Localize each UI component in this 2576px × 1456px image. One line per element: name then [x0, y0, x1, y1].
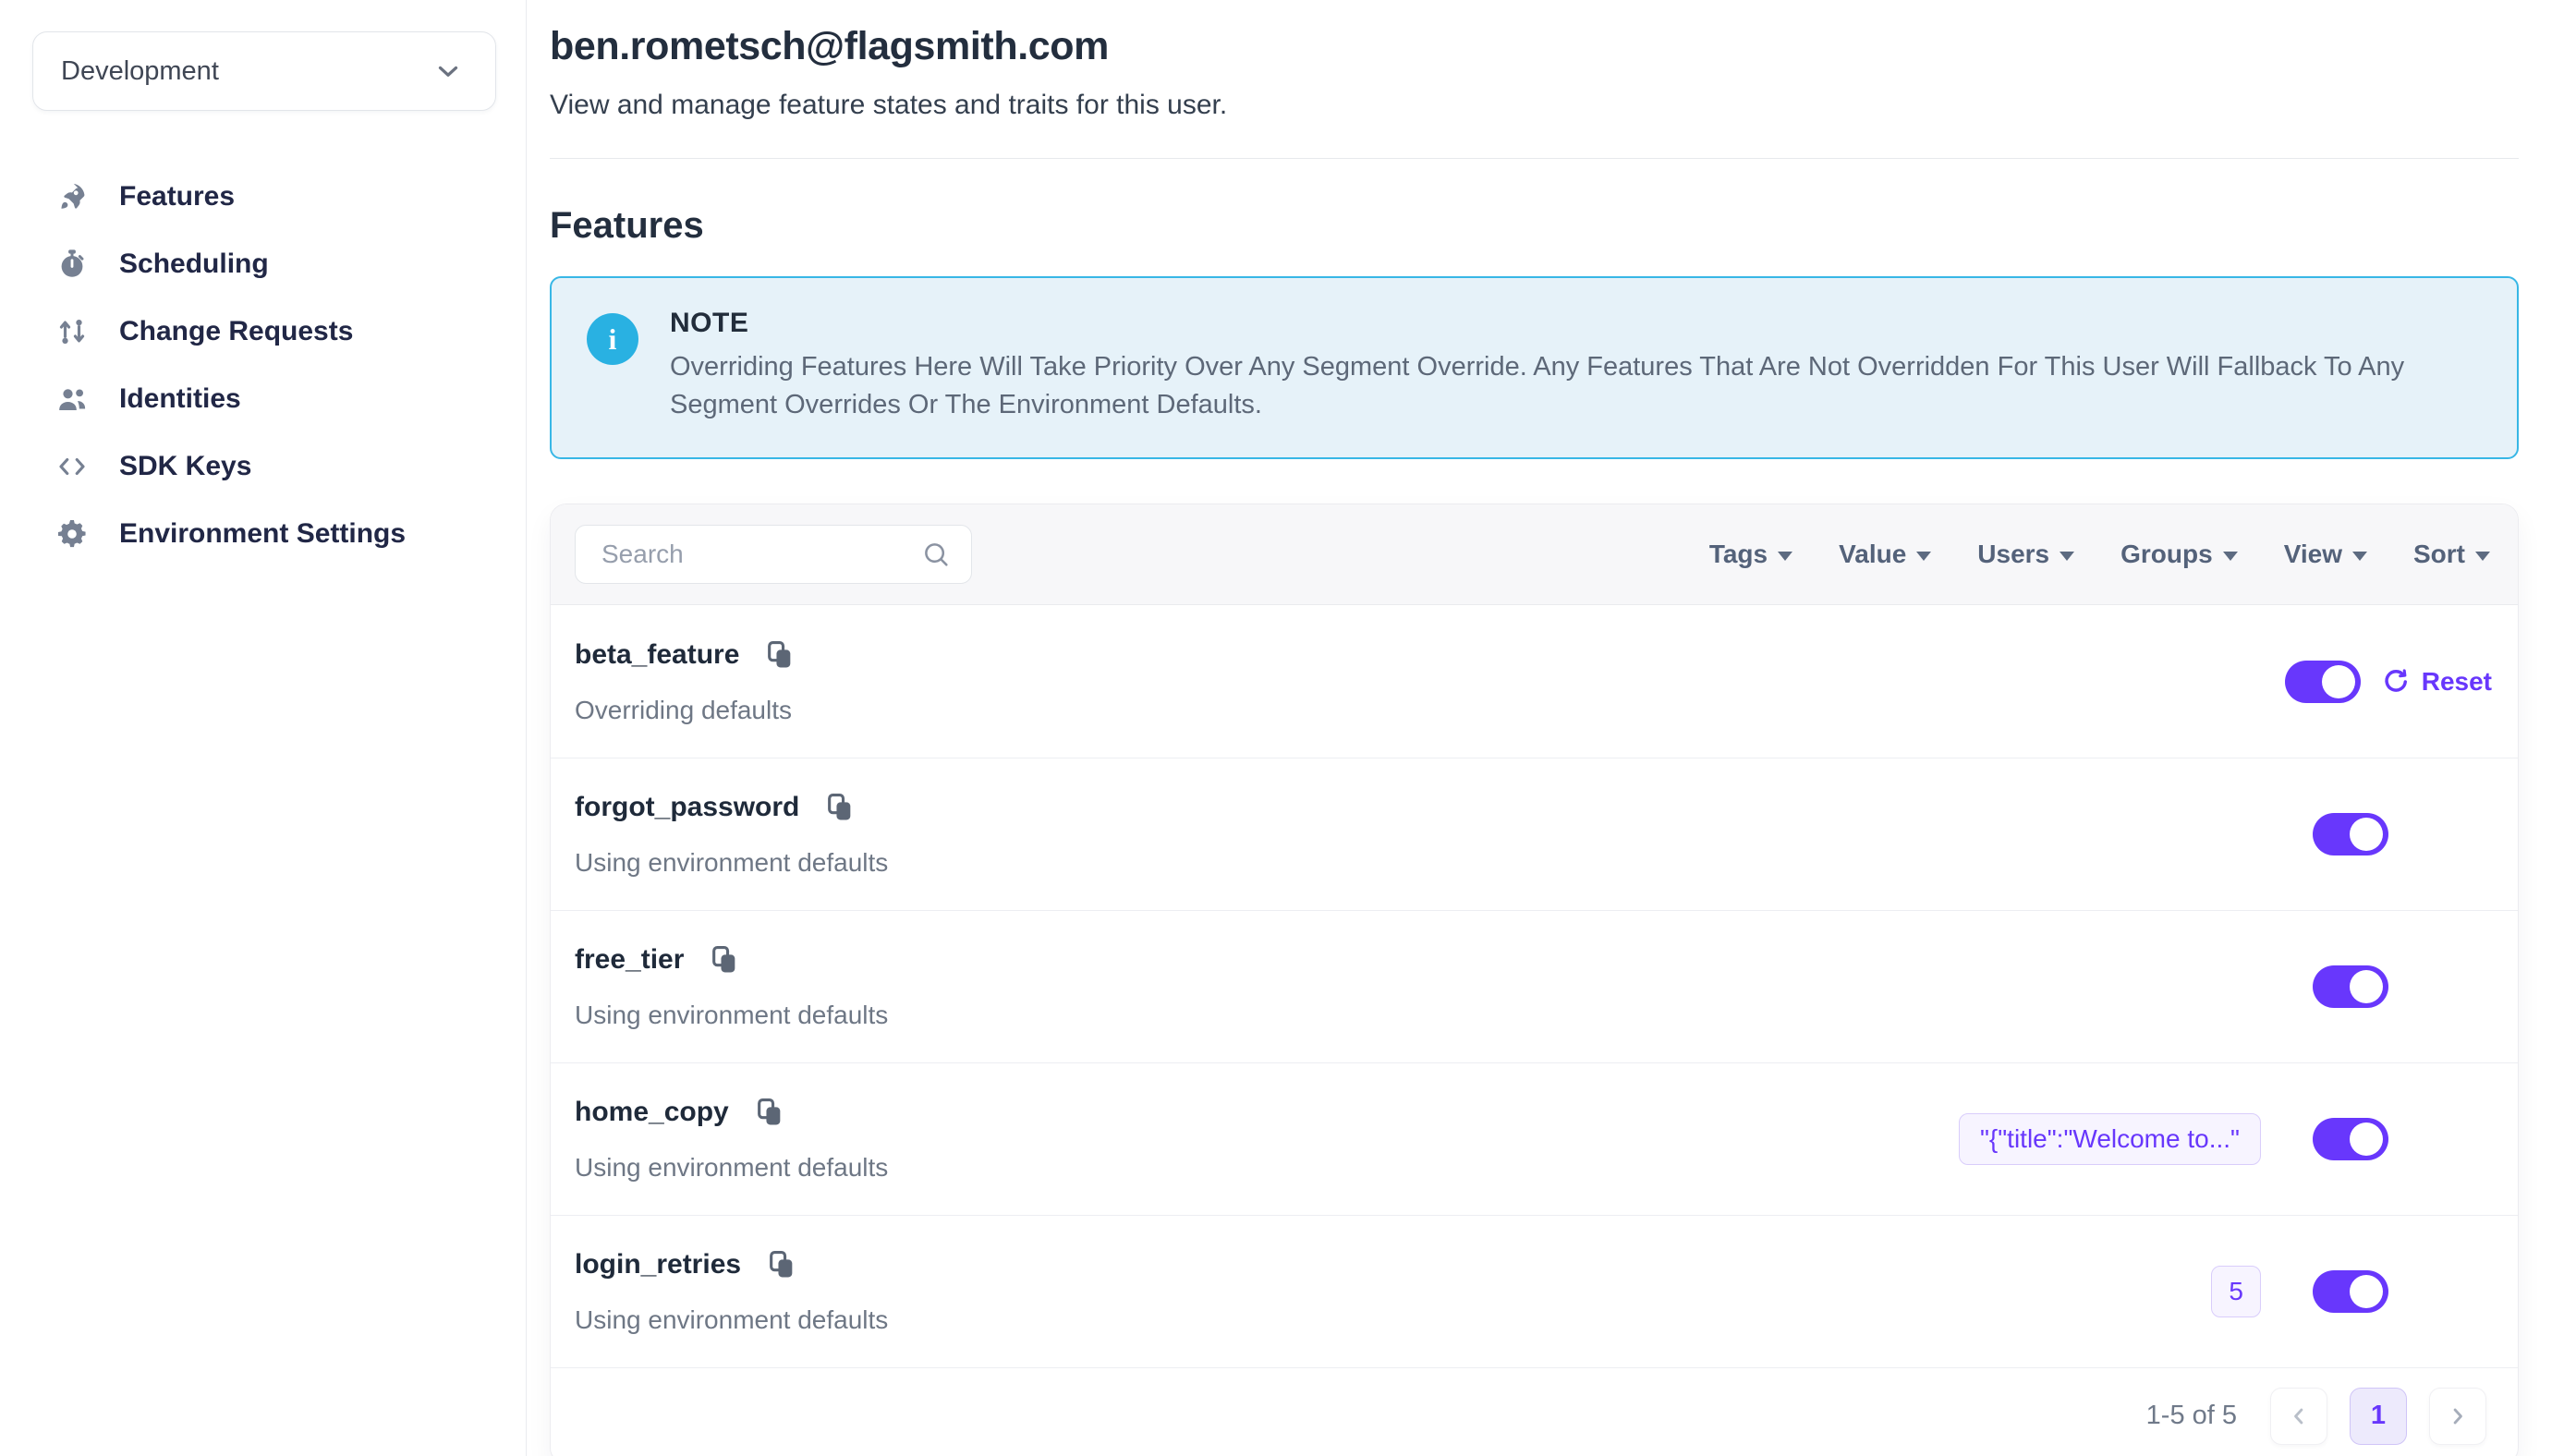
refresh-icon — [2381, 667, 2411, 697]
filter-tags[interactable]: Tags — [1709, 540, 1792, 569]
pagination: 1-5 of 5 1 — [551, 1367, 2518, 1456]
sidebar-item-environment-settings[interactable]: Environment Settings — [32, 500, 498, 567]
feature-name[interactable]: home_copy — [575, 1097, 729, 1128]
feature-name[interactable]: forgot_password — [575, 792, 799, 823]
search-icon — [920, 539, 952, 570]
next-page-button[interactable] — [2429, 1388, 2486, 1445]
caret-down-icon — [1916, 552, 1931, 561]
environment-selector-value: Development — [61, 56, 219, 87]
sidebar-item-label: Change Requests — [119, 316, 353, 347]
feature-status: Overriding defaults — [575, 696, 796, 725]
feature-row-forgot_password[interactable]: forgot_password Using environment defaul… — [551, 758, 2518, 910]
caret-down-icon — [2060, 552, 2074, 561]
sidebar-item-label: SDK Keys — [119, 451, 251, 482]
code-icon — [55, 449, 90, 484]
pagination-summary: 1-5 of 5 — [2146, 1401, 2237, 1431]
feature-name[interactable]: login_retries — [575, 1249, 741, 1280]
feature-value-chip[interactable]: "{"title":"Welcome to..." — [1959, 1113, 2261, 1165]
filter-sort[interactable]: Sort — [2413, 540, 2490, 569]
feature-value-chip[interactable]: 5 — [2211, 1266, 2261, 1317]
sidebar-item-label: Environment Settings — [119, 518, 406, 550]
copy-icon[interactable] — [708, 943, 741, 977]
feature-toggle[interactable] — [2313, 1118, 2388, 1160]
caret-down-icon — [2475, 552, 2490, 561]
sidebar-item-sdk-keys[interactable]: SDK Keys — [32, 432, 498, 500]
page-subtitle: View and manage feature states and trait… — [550, 90, 2519, 121]
sidebar-item-label: Identities — [119, 383, 241, 415]
divider — [550, 158, 2519, 159]
prev-page-button[interactable] — [2270, 1388, 2327, 1445]
caret-down-icon — [1778, 552, 1792, 561]
page-title: ben.rometsch@flagsmith.com — [550, 24, 2519, 69]
feature-toggle[interactable] — [2313, 813, 2388, 855]
environment-selector[interactable]: Development — [32, 31, 496, 111]
search-wrap — [575, 525, 972, 584]
feature-name[interactable]: free_tier — [575, 944, 684, 976]
info-icon: i — [587, 313, 638, 365]
rocket-icon — [55, 179, 90, 214]
feature-status: Using environment defaults — [575, 848, 888, 878]
filter-view[interactable]: View — [2284, 540, 2367, 569]
search-input[interactable] — [575, 525, 972, 584]
filter-value[interactable]: Value — [1839, 540, 1931, 569]
feature-row-login_retries[interactable]: login_retries Using environment defaults… — [551, 1215, 2518, 1367]
feature-status: Using environment defaults — [575, 1001, 888, 1030]
copy-icon[interactable] — [763, 638, 796, 672]
sidebar-item-change-requests[interactable]: Change Requests — [32, 297, 498, 365]
change-requests-icon — [55, 314, 90, 349]
feature-status: Using environment defaults — [575, 1153, 888, 1183]
feature-toggle[interactable] — [2285, 661, 2361, 703]
main-content: ben.rometsch@flagsmith.com View and mana… — [527, 0, 2576, 1456]
reset-button[interactable]: Reset — [2381, 667, 2492, 697]
caret-down-icon — [2223, 552, 2238, 561]
identities-icon — [55, 382, 90, 417]
note-banner: i NOTE Overriding Features Here Will Tak… — [550, 276, 2519, 459]
copy-icon[interactable] — [753, 1096, 786, 1129]
sidebar-item-label: Features — [119, 181, 235, 212]
gear-icon — [55, 516, 90, 552]
filter-groups[interactable]: Groups — [2120, 540, 2238, 569]
sidebar-item-scheduling[interactable]: Scheduling — [32, 230, 498, 297]
sidebar-item-identities[interactable]: Identities — [32, 365, 498, 432]
filters: Tags Value Users Groups View Sort — [1709, 540, 2490, 569]
chevron-right-icon — [2445, 1403, 2471, 1429]
feature-toggle[interactable] — [2313, 965, 2388, 1008]
chevron-down-icon — [432, 55, 464, 87]
feature-row-home_copy[interactable]: home_copy Using environment defaults "{"… — [551, 1062, 2518, 1215]
copy-icon[interactable] — [765, 1248, 798, 1281]
note-content: NOTE Overriding Features Here Will Take … — [670, 308, 2480, 424]
feature-status: Using environment defaults — [575, 1305, 888, 1335]
caret-down-icon — [2352, 552, 2367, 561]
chevron-left-icon — [2286, 1403, 2312, 1429]
app-root: Development Features Scheduling Chan — [0, 0, 2576, 1456]
filter-users[interactable]: Users — [1977, 540, 2074, 569]
sidebar: Development Features Scheduling Chan — [0, 0, 527, 1456]
feature-name[interactable]: beta_feature — [575, 639, 739, 671]
feature-toggle[interactable] — [2313, 1270, 2388, 1313]
stopwatch-icon — [55, 247, 90, 282]
features-panel: Tags Value Users Groups View Sort beta_f… — [550, 504, 2519, 1456]
copy-icon[interactable] — [823, 791, 857, 824]
note-body: Overriding Features Here Will Take Prior… — [670, 348, 2480, 424]
features-heading: Features — [550, 205, 2519, 247]
sidebar-item-features[interactable]: Features — [32, 163, 498, 230]
feature-row-beta_feature[interactable]: beta_feature Overriding defaults Reset — [551, 605, 2518, 758]
sidebar-nav: Features Scheduling Change Requests Iden… — [32, 163, 498, 567]
page-1-button[interactable]: 1 — [2350, 1388, 2407, 1445]
panel-toolbar: Tags Value Users Groups View Sort — [551, 504, 2518, 605]
note-title: NOTE — [670, 308, 2480, 339]
feature-row-free_tier[interactable]: free_tier Using environment defaults — [551, 910, 2518, 1062]
sidebar-item-label: Scheduling — [119, 249, 269, 280]
